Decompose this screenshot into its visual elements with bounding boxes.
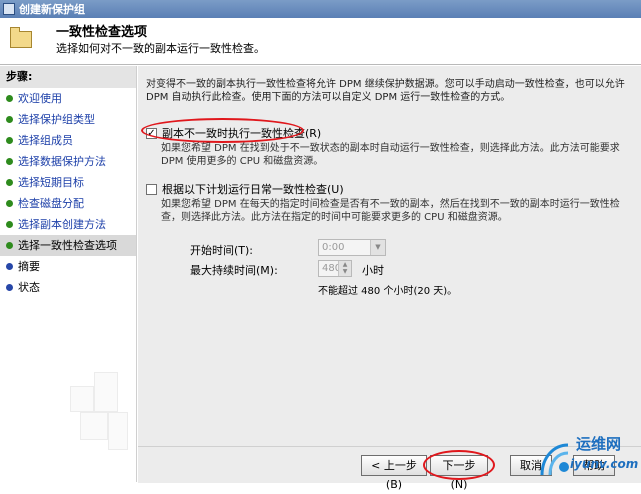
annotation-ellipse: [141, 118, 304, 143]
step-pending-dot-icon: [6, 263, 13, 270]
max-duration-spinner[interactable]: 480 ▲ ▼: [318, 260, 352, 277]
step-done-dot-icon: [6, 137, 13, 144]
option2-description: 如果您希望 DPM 在每天的指定时间检查是否有不一致的副本，然后在找到不一致的副…: [161, 199, 620, 223]
wizard-header: 一致性检查选项 选择如何对不一致的副本运行一致性检查。: [0, 18, 641, 65]
steps-sidebar: 步骤: 欢迎使用 选择保护组类型 选择组成员 选择数据保护方法 选择短期目标 检…: [0, 66, 137, 482]
steps-label: 步骤:: [0, 66, 136, 88]
watermark-brand: 运维网: [576, 435, 622, 453]
step-welcome[interactable]: 欢迎使用: [0, 88, 136, 109]
step-short-term-goals[interactable]: 选择短期目标: [0, 172, 136, 193]
main-content: 对变得不一致的副本执行一致性检查将允许 DPM 继续保护数据源。您可以手动启动一…: [138, 66, 641, 446]
duration-limit-note: 不能超过 480 个小时(20 天)。: [318, 286, 458, 297]
option2-checkbox[interactable]: [146, 183, 157, 195]
sidebar-watermark-graphic: [60, 366, 130, 456]
intro-text: 对变得不一致的副本执行一致性检查将允许 DPM 继续保护数据源。您可以手动启动一…: [146, 79, 625, 103]
step-consistency-check[interactable]: 选择一致性检查选项: [0, 235, 136, 256]
step-done-dot-icon: [6, 158, 13, 165]
step-done-dot-icon: [6, 95, 13, 102]
start-time-label: 开始时间(T):: [190, 244, 254, 257]
watermark-logo: 运维网 iyunv.com: [536, 427, 641, 482]
step-done-dot-icon: [6, 179, 13, 186]
step-status: 状态: [0, 277, 136, 298]
option-daily-schedule[interactable]: 根据以下计划运行日常一致性检查(U): [146, 181, 344, 197]
app-icon: [3, 3, 15, 15]
step-current-dot-icon: [6, 242, 13, 249]
steps-list: 欢迎使用 选择保护组类型 选择组成员 选择数据保护方法 选择短期目标 检查磁盘分…: [0, 88, 136, 298]
spinner-arrows-icon[interactable]: ▲ ▼: [338, 261, 351, 276]
step-pending-dot-icon: [6, 284, 13, 291]
step-replica-method[interactable]: 选择副本创建方法: [0, 214, 136, 235]
window-title: 创建新保护组: [19, 3, 85, 16]
folder-icon: [10, 27, 32, 48]
step-disk-allocation[interactable]: 检查磁盘分配: [0, 193, 136, 214]
step-done-dot-icon: [6, 221, 13, 228]
step-done-dot-icon: [6, 200, 13, 207]
annotation-ellipse: [423, 450, 495, 480]
step-group-members[interactable]: 选择组成员: [0, 130, 136, 151]
page-subtitle: 选择如何对不一致的副本运行一致性检查。: [56, 42, 265, 55]
watermark-site: iyunv.com: [570, 457, 639, 471]
step-summary: 摘要: [0, 256, 136, 277]
option1-description: 如果您希望 DPM 在找到处于不一致状态的副本时自动运行一致性检查，则选择此方法…: [161, 143, 620, 167]
max-duration-label: 最大持续时间(M):: [190, 264, 278, 277]
chevron-down-icon: ▼: [370, 240, 385, 255]
step-group-type[interactable]: 选择保护组类型: [0, 109, 136, 130]
page-title: 一致性检查选项: [56, 25, 148, 40]
window-title-bar: 创建新保护组: [0, 0, 641, 18]
option2-label: 根据以下计划运行日常一致性检查(U): [162, 183, 344, 196]
step-done-dot-icon: [6, 116, 13, 123]
back-button[interactable]: < 上一步(B): [361, 455, 427, 491]
step-protection-method[interactable]: 选择数据保护方法: [0, 151, 136, 172]
max-duration-unit: 小时: [362, 264, 384, 277]
start-time-select[interactable]: 0:00 ▼: [318, 239, 386, 256]
